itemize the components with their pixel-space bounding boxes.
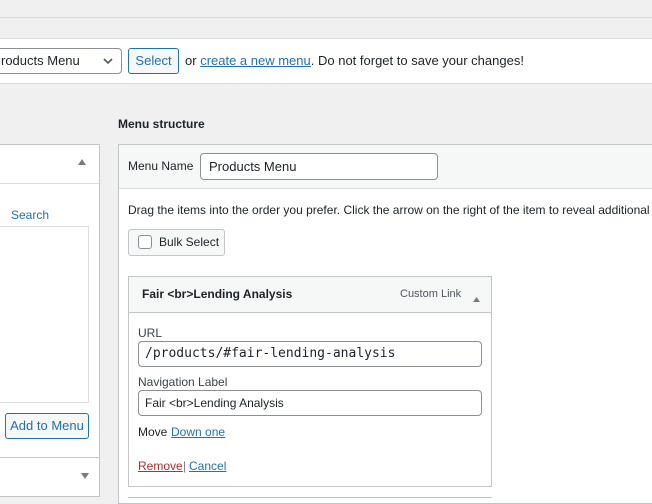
bulk-select-button[interactable]: Bulk Select (128, 229, 225, 256)
triangle-down-icon[interactable] (80, 472, 90, 483)
second-panel-header[interactable] (0, 457, 100, 497)
add-to-menu-button[interactable]: Add to Menu (5, 413, 89, 439)
drag-instructions: Drag the items into the order you prefer… (128, 203, 652, 217)
bulk-select-label: Bulk Select (159, 235, 220, 249)
create-menu-link[interactable]: create a new menu (200, 53, 311, 68)
move-down-link[interactable]: Down one (171, 425, 225, 439)
cancel-link[interactable]: Cancel (189, 459, 226, 473)
menu-item-type: Custom Link (400, 288, 462, 300)
triangle-up-icon[interactable] (472, 290, 481, 308)
hint-suffix: . Do not forget to save your changes! (310, 53, 524, 68)
link-separator: | (183, 459, 187, 473)
triangle-up-icon[interactable] (77, 158, 87, 169)
move-label: Move (138, 425, 168, 439)
hint-prefix: or (185, 53, 197, 68)
top-strip (0, 0, 652, 18)
panel-header[interactable] (0, 145, 99, 184)
menu-item-title: Fair <br>Lending Analysis (142, 287, 293, 301)
select-button[interactable]: Select (128, 48, 179, 74)
navigation-label-label: Navigation Label (138, 375, 228, 389)
remove-link[interactable]: Remove (138, 459, 183, 473)
url-input[interactable]: /products/#fair-lending-analysis (138, 341, 482, 367)
navigation-label-input[interactable]: Fair <br>Lending Analysis (138, 390, 482, 416)
url-label: URL (138, 326, 163, 340)
menu-name-label: Menu Name (128, 159, 194, 173)
items-checklist[interactable] (0, 226, 89, 403)
menu-dropdown[interactable]: roducts Menu (0, 48, 122, 74)
menu-hint: or create a new menu. Do not forget to s… (185, 53, 524, 68)
menu-structure-heading: Menu structure (118, 117, 205, 131)
chevron-down-icon (102, 49, 114, 73)
search-tab-link[interactable]: Search (11, 208, 49, 222)
bulk-select-checkbox[interactable] (138, 235, 152, 249)
menu-dropdown-value: roducts Menu (1, 53, 80, 68)
menu-name-input[interactable]: Products Menu (200, 153, 438, 180)
